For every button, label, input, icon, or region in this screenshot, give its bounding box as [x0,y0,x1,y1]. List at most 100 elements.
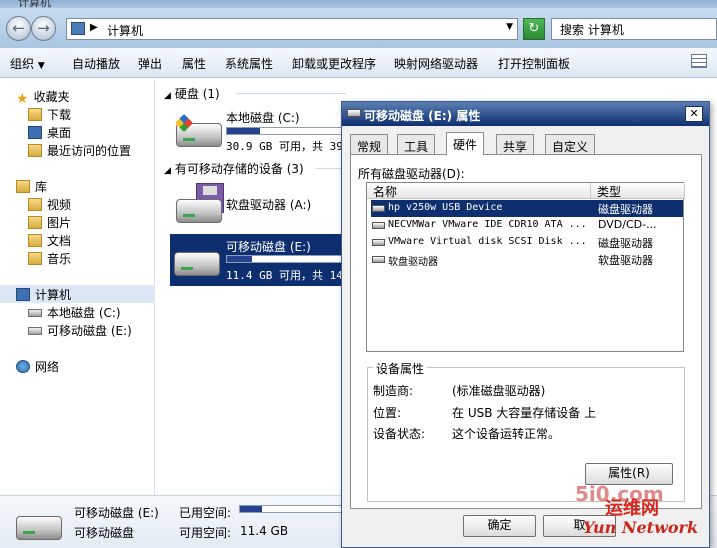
nav-music[interactable]: 音乐 [28,250,71,267]
drive-row[interactable]: hp v250w USB Device 磁盘驱动器 [371,200,683,217]
nav-favorites[interactable]: ★ 收藏夹 [16,88,70,107]
removable-group-label: 有可移动存储的设备 (3) [174,162,304,176]
removable-disk-free-space: 11.4 GB 可用，共 14 [226,269,343,282]
close-icon[interactable]: ✕ [685,106,703,122]
details-used-label: 已用空间: [179,506,232,520]
removable-disk-name: 可移动磁盘 (E:) [226,240,311,254]
removable-disk-usage-bar [226,255,354,263]
address-dropdown-icon[interactable]: ▼ [506,22,513,32]
nav-libraries[interactable]: 库 [16,178,47,195]
drive-row-name: hp v250w USB Device [388,202,503,213]
column-header-name[interactable]: 名称 [367,183,591,199]
collapse-arrow-icon: ◢ [164,166,171,176]
system-properties-button[interactable]: 系统属性 [225,55,273,72]
organize-dropdown-icon: ▼ [37,61,45,71]
uninstall-button[interactable]: 卸载或更改程序 [292,55,376,72]
address-input[interactable]: ▶ 计算机 ▼ [66,18,518,40]
tab-hardware[interactable]: 硬件 [446,132,485,155]
open-control-panel-button[interactable]: 打开控制面板 [498,55,570,72]
manufacturer-label: 制造商: [373,384,414,398]
device-properties-title: 设备属性 [373,360,428,377]
nav-libraries-label: 库 [35,180,48,194]
all-drives-label: 所有磁盘驱动器(D): [358,167,465,181]
drive-row-type: 磁盘驱动器 [598,203,653,216]
nav-favorites-label: 收藏夹 [33,90,70,104]
tab-general[interactable]: 常规 [350,134,389,154]
breadcrumb-arrow-icon[interactable]: ▶ [90,22,98,33]
drive-row[interactable]: VMware Virtual disk SCSI Disk ... 磁盘驱动器 [371,234,683,251]
drive-row-type: 磁盘驱动器 [598,237,653,250]
disk-drive-icon [372,239,385,246]
collapse-arrow-icon: ◢ [164,91,171,101]
nav-removable-disk[interactable]: 可移动磁盘 (E:) [28,322,132,339]
library-icon [16,180,30,193]
hard-disk-group-header[interactable]: ◢ 硬盘 (1) [164,85,220,102]
nav-documents[interactable]: 文档 [28,232,71,249]
properties-button[interactable]: 属性(R) [585,463,673,485]
nav-computer[interactable]: 计算机 [16,286,71,303]
organize-button[interactable]: 组织 ▼ [10,55,45,72]
nav-local-disk[interactable]: 本地磁盘 (C:) [28,304,121,321]
drive-list[interactable]: 名称 类型 hp v250w USB Device 磁盘驱动器 NECVMWar… [366,182,685,352]
removable-drive-icon [28,327,42,335]
details-free-value: 11.4 GB [240,524,289,538]
nav-local-disk-label: 本地磁盘 (C:) [47,306,121,320]
removable-group-header[interactable]: ◢ 有可移动存储的设备 (3) [164,160,304,177]
tab-customize[interactable]: 自定义 [545,134,596,154]
nav-downloads[interactable]: 下载 [28,106,71,123]
device-status-value: 这个设备运转正常。 [452,427,561,441]
star-icon: ★ [16,91,29,107]
window-title: 计算机 [18,0,51,8]
hard-disk-group-label: 硬盘 (1) [174,87,220,101]
nav-network[interactable]: 网络 [16,358,59,375]
floppy-drive-icon [372,256,385,263]
nav-recent[interactable]: 最近访问的位置 [28,142,131,159]
nav-pictures[interactable]: 图片 [28,214,71,231]
location-label: 位置: [373,406,402,420]
drive-row-name: NECVMWar VMware IDE CDR10 ATA ... [388,219,587,230]
floppy-drive-tile[interactable]: 软盘驱动器 (A:) [174,181,364,227]
command-bar: 组织 ▼ 自动播放 弹出 属性 系统属性 卸载或更改程序 映射网络驱动器 打开控… [0,48,717,78]
pictures-icon [28,216,42,229]
usb-drive-icon [372,205,385,212]
drive-row[interactable]: 软盘驱动器 软盘驱动器 [371,251,683,268]
local-disk-free-space: 30.9 GB 可用，共 39 [226,140,343,153]
removable-disk-tile[interactable]: 可移动磁盘 (E:) 11.4 GB 可用，共 14 [170,234,356,286]
back-button[interactable]: ← [6,16,31,41]
ok-button[interactable]: 确定 [463,515,536,537]
details-usage-fill [240,506,262,512]
nav-videos[interactable]: 视频 [28,196,71,213]
drive-row[interactable]: NECVMWar VMware IDE CDR10 ATA ... DVD/CD… [371,217,683,234]
nav-recent-label: 最近访问的位置 [47,144,132,158]
map-network-drive-button[interactable]: 映射网络驱动器 [394,55,478,72]
local-disk-usage-fill [227,128,261,134]
search-input[interactable]: 搜索 计算机 [551,18,717,40]
cancel-button[interactable]: 取 [543,515,616,537]
removable-drive-icon [16,516,62,540]
view-options-icon[interactable] [691,54,707,68]
local-disk-tile[interactable]: 本地磁盘 (C:) 30.9 GB 可用，共 39 [174,107,364,153]
eject-button[interactable]: 弹出 [138,55,162,72]
tab-tools[interactable]: 工具 [397,134,436,154]
refresh-button[interactable]: ↻ [523,18,545,40]
breadcrumb-computer[interactable]: 计算机 [107,22,143,39]
nav-network-label: 网络 [35,360,60,374]
tab-sharing[interactable]: 共享 [496,134,535,154]
autoplay-button[interactable]: 自动播放 [72,55,120,72]
nav-removable-label: 可移动磁盘 (E:) [47,324,132,338]
location-value: 在 USB 大容量存储设备 上 [452,406,597,420]
dialog-titlebar[interactable]: 可移动磁盘 (E:) 属性 ✕ [342,102,709,126]
organize-label: 组织 [10,57,35,71]
computer-icon [16,288,30,301]
forward-button[interactable]: → [31,16,56,41]
window-titlebar: 计算机 [0,0,717,8]
nav-desktop[interactable]: 桌面 [28,124,71,141]
nav-documents-label: 文档 [47,234,72,248]
column-header-type[interactable]: 类型 [591,183,685,199]
nav-pictures-label: 图片 [47,216,72,230]
dialog-title: 可移动磁盘 (E:) 属性 [364,109,481,123]
drive-row-type: 软盘驱动器 [598,254,653,267]
properties-button[interactable]: 属性 [182,55,206,72]
details-drive-name: 可移动磁盘 (E:) [74,506,159,520]
address-bar: ← → ▶ 计算机 ▼ ↻ 搜索 计算机 [0,8,717,48]
